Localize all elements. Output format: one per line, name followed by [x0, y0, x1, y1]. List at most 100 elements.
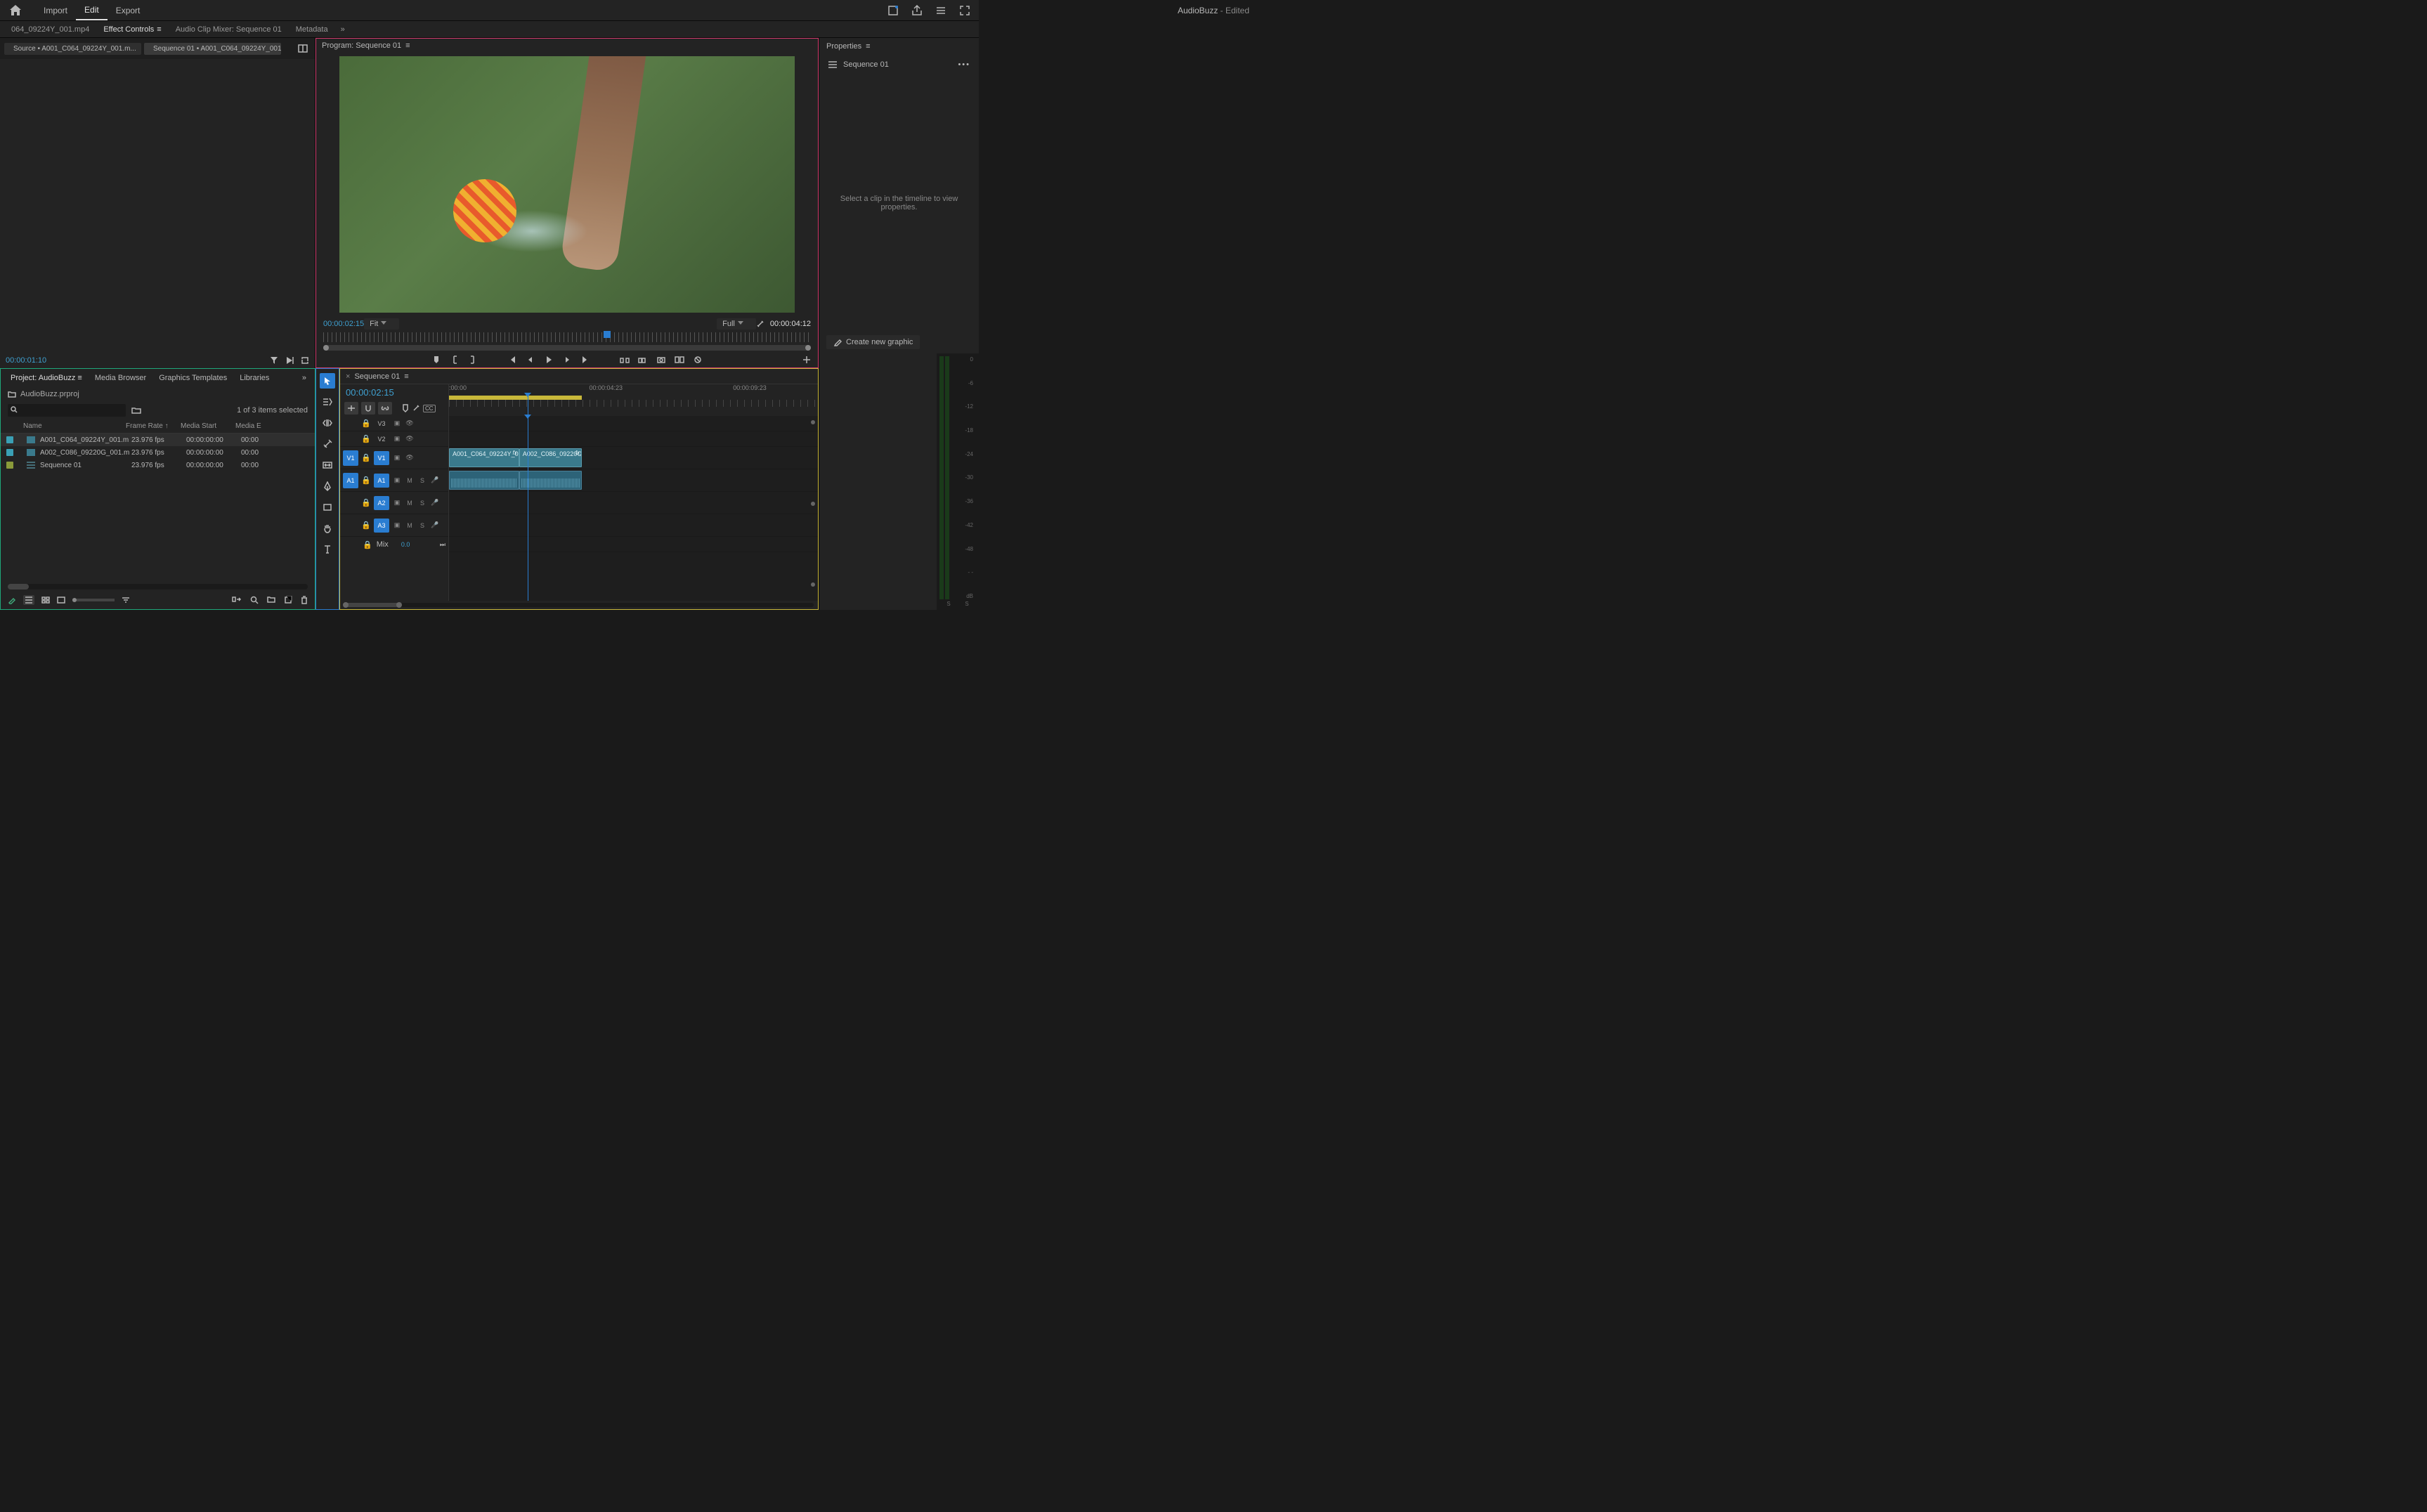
lock-icon[interactable]: 🔒 [361, 498, 371, 507]
workspaces-icon[interactable] [935, 5, 946, 16]
program-video-area[interactable] [316, 52, 818, 317]
goto-in-icon[interactable] [507, 354, 518, 365]
track-header-v3[interactable]: 🔒 V3 ▣ 👁 [340, 416, 448, 431]
create-graphic-button[interactable]: Create new graphic [826, 335, 920, 349]
rectangle-tool-icon[interactable] [320, 500, 335, 515]
tab-effect-controls[interactable]: Effect Controls ≡ [96, 22, 168, 37]
project-item-row[interactable]: A001_C064_09224Y_001.m 23.976 fps 00:00:… [1, 434, 315, 446]
captions-icon[interactable]: CC [423, 405, 436, 412]
solo-right[interactable]: S [965, 601, 968, 607]
mute-toggle[interactable]: M [405, 476, 415, 485]
home-icon[interactable] [8, 4, 22, 18]
horizontal-scrollbar[interactable] [8, 584, 308, 589]
solo-toggle[interactable]: S [417, 498, 427, 508]
tab-metadata[interactable]: Metadata [289, 22, 335, 37]
sequence-clip-tab[interactable]: Sequence 01 • A001_C064_09224Y_001.m... [144, 43, 281, 55]
source-patch-a1[interactable]: A1 [343, 473, 358, 488]
hand-tool-icon[interactable] [320, 521, 335, 536]
lock-icon[interactable]: 🔒 [363, 540, 372, 549]
proxy-toggle-icon[interactable] [692, 354, 703, 365]
zoom-fit-select[interactable]: Fit [364, 318, 399, 330]
fullscreen-icon[interactable] [959, 5, 970, 16]
track-a1-content[interactable] [449, 469, 818, 492]
write-mode-icon[interactable] [8, 596, 16, 604]
extract-icon[interactable] [637, 354, 649, 365]
track-header-v1[interactable]: V1 🔒 V1 ▣ 👁 [340, 447, 448, 469]
lift-icon[interactable] [619, 354, 630, 365]
vertical-scroll-handle[interactable] [811, 582, 815, 587]
track-header-v2[interactable]: 🔒 V2 ▣ 👁 [340, 431, 448, 447]
mix-track-header[interactable]: 🔒 Mix 0.0 ⏭ [340, 537, 448, 552]
play-icon[interactable] [543, 354, 554, 365]
ripple-edit-tool-icon[interactable] [320, 415, 335, 431]
toggle-output-icon[interactable]: ▣ [392, 453, 402, 463]
share-icon[interactable] [911, 5, 923, 16]
timeline-zoom-bar[interactable] [340, 601, 818, 609]
mute-icon[interactable]: ▣ [392, 498, 402, 508]
col-framerate[interactable]: Frame Rate ↑ [126, 422, 181, 430]
track-header-a3[interactable]: 🔒 A3 ▣ M S 🎤 [340, 514, 448, 537]
source-patch-v1[interactable]: V1 [343, 450, 358, 466]
panel-menu-icon[interactable]: ≡ [866, 42, 870, 51]
new-bin-button-icon[interactable] [267, 596, 275, 604]
tabs-overflow-icon[interactable]: » [298, 374, 311, 382]
play-only-icon[interactable] [285, 356, 294, 365]
tab-audio-clip-mixer[interactable]: Audio Clip Mixer: Sequence 01 [169, 22, 289, 37]
label-swatch[interactable] [6, 462, 13, 469]
tab-graphics-templates[interactable]: Graphics Templates [153, 371, 233, 385]
razor-tool-icon[interactable] [320, 436, 335, 452]
filter-icon[interactable] [270, 356, 278, 365]
linked-selection-icon[interactable] [378, 402, 392, 415]
list-view-icon[interactable] [23, 595, 34, 605]
lock-icon[interactable]: 🔒 [361, 476, 371, 485]
toggle-output-icon[interactable]: ▣ [392, 419, 402, 429]
snap-toggle-icon[interactable] [361, 402, 375, 415]
timeline-ruler[interactable]: :00:00 00:00:04:23 00:00:09:23 [449, 384, 818, 396]
lock-icon[interactable]: 🔒 [361, 453, 371, 462]
button-editor-icon[interactable] [801, 354, 812, 365]
slip-tool-icon[interactable] [320, 457, 335, 473]
comparison-view-icon[interactable] [674, 354, 685, 365]
menu-import[interactable]: Import [35, 1, 76, 20]
mute-icon[interactable]: ▣ [392, 521, 402, 530]
playback-resolution-select[interactable]: Full [717, 318, 756, 330]
voice-over-icon[interactable]: 🎤 [430, 498, 440, 508]
menu-export[interactable]: Export [108, 1, 149, 20]
automate-to-sequence-icon[interactable] [232, 596, 242, 604]
sort-icon[interactable] [122, 597, 130, 604]
col-name[interactable]: Name [6, 422, 126, 430]
new-item-icon[interactable] [284, 596, 292, 604]
mute-icon[interactable]: ▣ [392, 476, 402, 485]
lock-icon[interactable]: 🔒 [361, 521, 371, 530]
toggle-sync-lock-icon[interactable]: 👁 [405, 419, 415, 429]
panel-menu-icon[interactable]: ≡ [405, 41, 410, 50]
vertical-scroll-handle[interactable] [811, 502, 815, 506]
lock-icon[interactable]: 🔒 [361, 419, 371, 428]
find-icon[interactable] [250, 596, 259, 604]
split-view-icon[interactable] [295, 43, 311, 54]
settings-wrench-icon[interactable] [756, 320, 764, 328]
delete-icon[interactable] [301, 596, 308, 604]
step-back-icon[interactable] [525, 354, 536, 365]
voice-over-icon[interactable]: 🎤 [430, 476, 440, 485]
icon-view-icon[interactable] [41, 597, 50, 604]
mix-track-content[interactable] [449, 537, 818, 552]
add-marker-icon[interactable] [431, 354, 442, 365]
type-tool-icon[interactable] [320, 542, 335, 557]
export-frame-icon[interactable] [656, 354, 667, 365]
new-bin-icon[interactable] [131, 406, 141, 415]
selection-tool-icon[interactable] [320, 373, 335, 389]
project-item-row[interactable]: A002_C086_09220G_001.m 23.976 fps 00:00:… [1, 446, 315, 459]
more-icon[interactable]: ••• [958, 60, 970, 69]
solo-left[interactable]: S [946, 601, 950, 607]
track-header-a1[interactable]: A1 🔒 A1 ▣ M S 🎤 [340, 469, 448, 492]
label-swatch[interactable] [6, 436, 13, 443]
tab-source-clip[interactable]: 064_09224Y_001.mp4 [4, 22, 96, 37]
source-timecode[interactable]: 00:00:01:10 [6, 356, 46, 365]
project-search-input[interactable] [8, 404, 126, 417]
work-area-bar[interactable] [449, 396, 818, 400]
mute-toggle[interactable]: M [405, 521, 415, 530]
nest-toggle-icon[interactable] [344, 402, 358, 415]
program-scrubber[interactable] [323, 332, 811, 342]
track-v2-content[interactable] [449, 431, 818, 447]
